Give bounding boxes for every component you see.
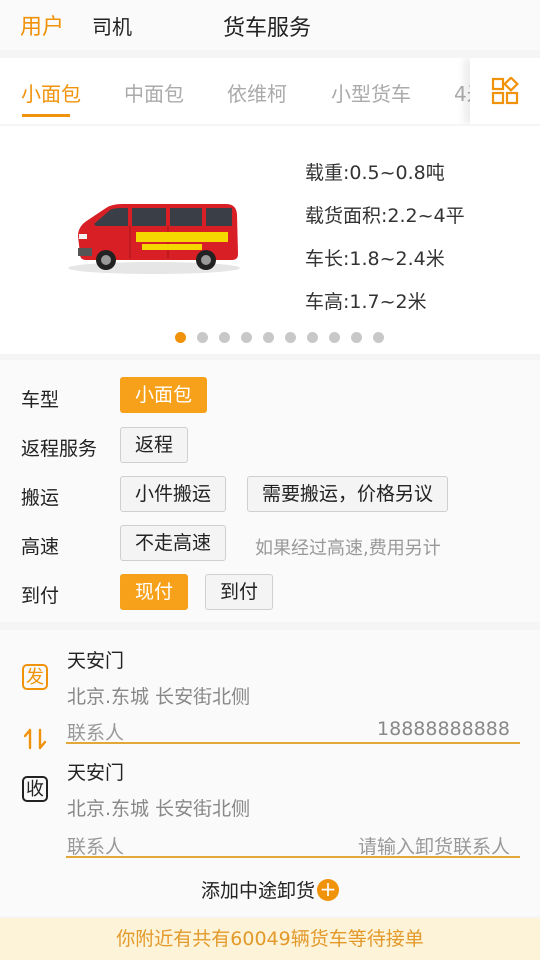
- highway-label: 高速: [21, 536, 60, 558]
- app-header: 用户 司机 货车服务: [0, 0, 540, 50]
- carousel-dot[interactable]: [263, 332, 274, 343]
- pickup-place[interactable]: 天安门: [67, 646, 124, 673]
- page-title: 货车服务: [222, 16, 311, 41]
- route-panel: 发 天安门 北京.东城 长安街北侧 联系人 18888888888 收 天安门 …: [0, 630, 540, 916]
- need-carry-chip[interactable]: 需要搬运，价格另议: [247, 476, 449, 512]
- tab-medium-van[interactable]: 中面包: [124, 78, 184, 107]
- carousel-dot[interactable]: [373, 332, 384, 343]
- nearby-trucks-notice: 你附近有共有60049辆货车等待接单: [0, 918, 540, 960]
- grid-icon: [491, 77, 519, 105]
- van-image: [66, 196, 242, 276]
- vehicle-type-chip[interactable]: 小面包: [120, 377, 208, 413]
- vehicle-card: 载重:0.5~0.8吨 载货面积:2.2~4平 车长:1.8~2.4米 车高:1…: [0, 126, 540, 354]
- spec-height: 车高:1.7~2米: [305, 291, 427, 313]
- spec-length: 车长:1.8~2.4米: [305, 248, 445, 270]
- options-panel: 车型 小面包 返程服务 返程 搬运 小件搬运 需要搬运，价格另议 高速 不走高速…: [0, 360, 540, 622]
- pickup-address[interactable]: 北京.东城 长安街北侧: [67, 682, 250, 709]
- carousel-dot[interactable]: [175, 332, 186, 343]
- dropoff-badge: 收: [22, 776, 48, 802]
- pickup-underline: [66, 742, 520, 744]
- spec-cargo-area: 载货面积:2.2~4平: [305, 205, 465, 227]
- carousel-dot[interactable]: [197, 332, 208, 343]
- highway-note: 如果经过高速,费用另计: [255, 538, 441, 559]
- dropoff-address[interactable]: 北京.东城 长安街北侧: [67, 794, 250, 821]
- carousel-dot[interactable]: [241, 332, 252, 343]
- tab-small-van[interactable]: 小面包: [21, 78, 81, 107]
- return-service-label: 返程服务: [21, 438, 98, 460]
- pay-now-chip[interactable]: 现付: [120, 574, 189, 610]
- return-trip-chip[interactable]: 返程: [120, 427, 189, 463]
- payment-label: 到付: [21, 585, 60, 607]
- active-tab-indicator: [22, 114, 70, 117]
- tab-small-truck[interactable]: 小型货车: [331, 78, 411, 107]
- tab-grid-button[interactable]: [470, 58, 540, 124]
- tab-iveco[interactable]: 依维柯: [227, 78, 287, 107]
- small-carry-chip[interactable]: 小件搬运: [120, 476, 227, 512]
- pickup-phone[interactable]: 18888888888: [377, 718, 510, 740]
- pay-on-delivery-chip[interactable]: 到付: [205, 574, 274, 610]
- dropoff-place[interactable]: 天安门: [67, 758, 124, 785]
- pickup-contact[interactable]: 联系人: [67, 718, 124, 745]
- vehicle-type-label: 车型: [21, 389, 60, 411]
- carry-label: 搬运: [21, 487, 60, 509]
- add-stop-label: 添加中途卸货: [200, 880, 315, 902]
- swap-icon[interactable]: [22, 726, 48, 752]
- no-highway-chip[interactable]: 不走高速: [120, 525, 227, 561]
- spec-load: 载重:0.5~0.8吨: [305, 162, 445, 184]
- pickup-badge: 发: [22, 664, 48, 690]
- carousel-dot[interactable]: [307, 332, 318, 343]
- carousel-dot[interactable]: [219, 332, 230, 343]
- dropoff-underline: [66, 856, 520, 858]
- dropoff-phone-input[interactable]: 请输入卸货联系人: [358, 832, 510, 859]
- vehicle-tabs: 小面包 中面包 依维柯 小型货车 4米2: [0, 58, 540, 124]
- dropoff-contact[interactable]: 联系人: [67, 832, 124, 859]
- add-stop-button[interactable]: 添加中途卸货 +: [0, 876, 540, 903]
- carousel-dot[interactable]: [285, 332, 296, 343]
- carousel-dot[interactable]: [351, 332, 362, 343]
- carousel-dots: [0, 332, 540, 344]
- carousel-dot[interactable]: [329, 332, 340, 343]
- plus-icon: +: [317, 879, 339, 901]
